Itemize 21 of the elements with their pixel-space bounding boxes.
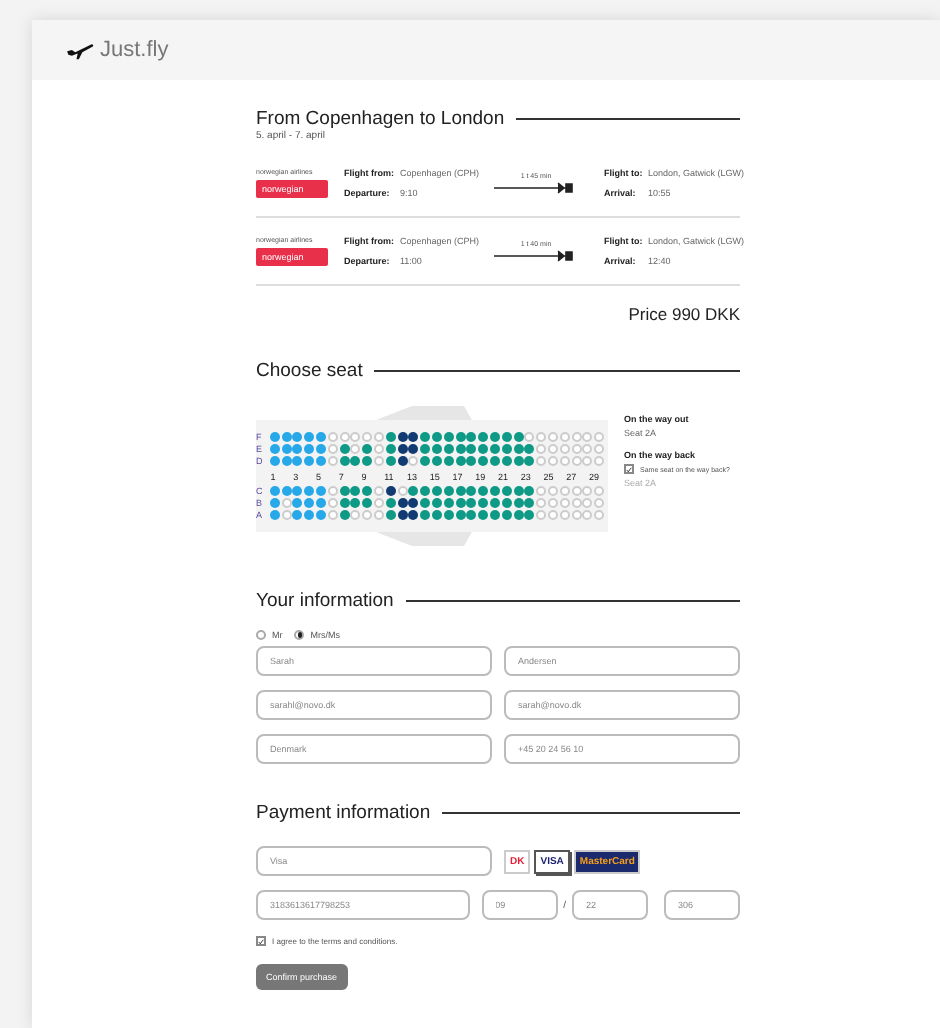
- section-title: Payment information: [256, 802, 431, 824]
- seat[interactable]: [397, 498, 408, 508]
- brand-name: Just.fly: [100, 38, 169, 62]
- seat[interactable]: [408, 444, 419, 454]
- trip-title: From Copenhagen to London: [256, 108, 505, 130]
- seat[interactable]: [408, 498, 419, 508]
- radio-button[interactable]: [294, 630, 305, 640]
- route-arrow-icon: [494, 250, 578, 262]
- seat[interactable]: [397, 456, 408, 466]
- seat[interactable]: [408, 432, 419, 442]
- section-title: Choose seat: [256, 360, 363, 382]
- price-text: Price 990 DKK: [628, 304, 740, 324]
- seat[interactable]: [397, 444, 408, 454]
- airplane-icon: [66, 40, 94, 60]
- seat[interactable]: [408, 510, 419, 520]
- seat[interactable]: [385, 486, 396, 496]
- seat[interactable]: [397, 510, 408, 520]
- seat[interactable]: [397, 432, 408, 442]
- route-arrow-icon: [494, 182, 578, 194]
- radio-button[interactable]: [256, 630, 266, 640]
- section-title: Your information: [256, 590, 394, 612]
